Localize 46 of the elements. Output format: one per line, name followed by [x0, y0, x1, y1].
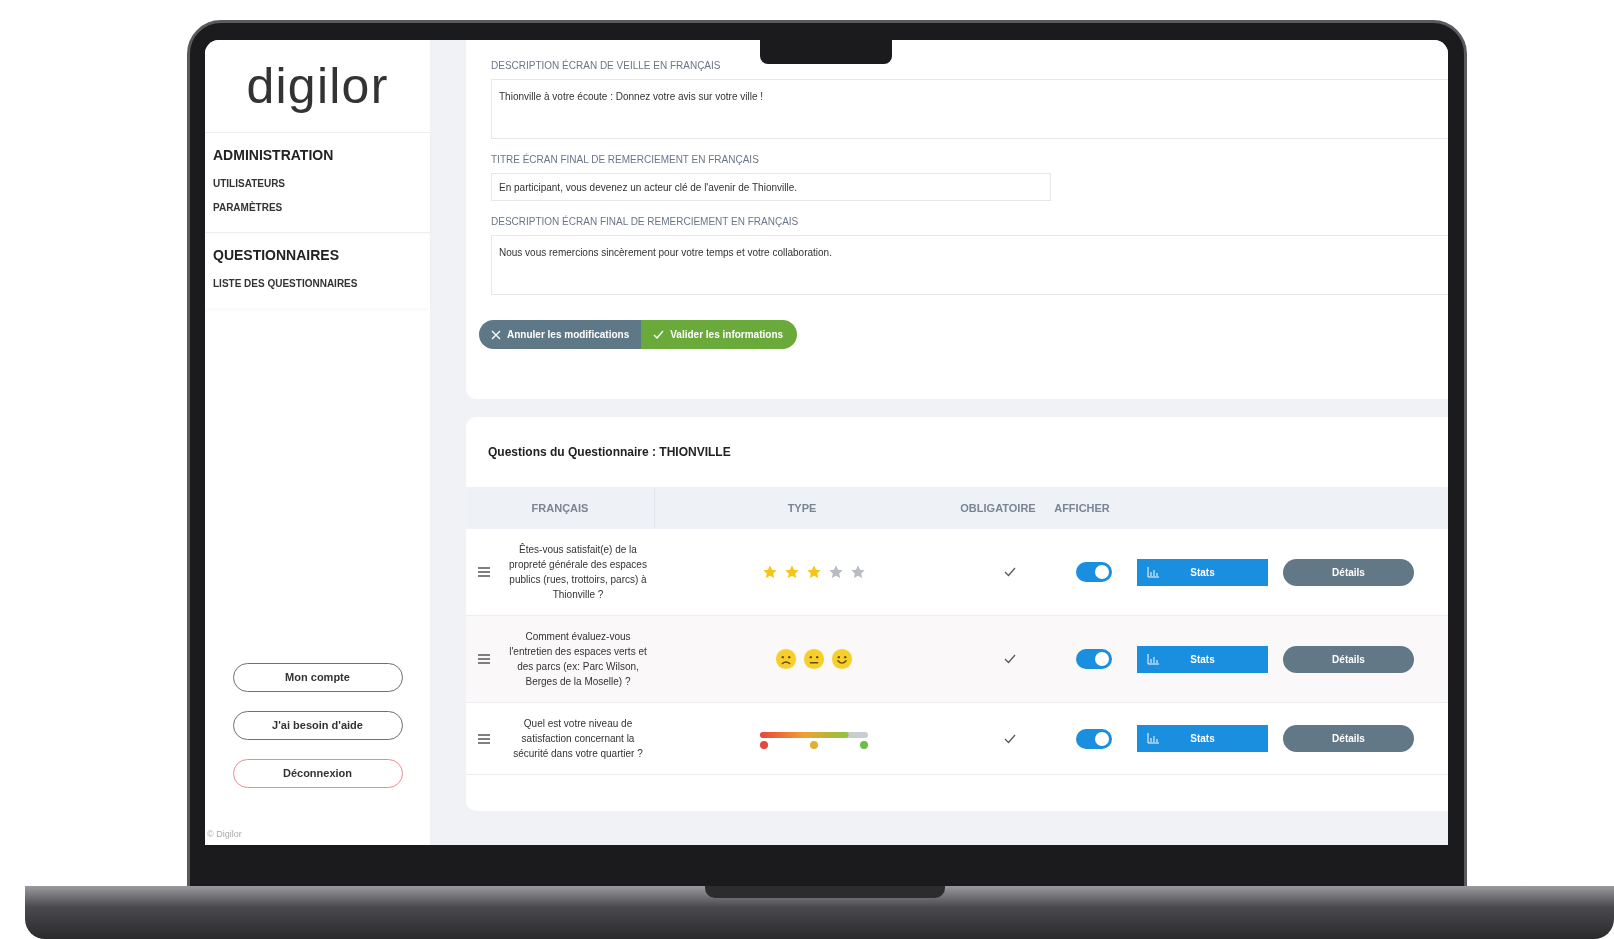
nav-item[interactable]: PARAMÈTRES: [213, 200, 422, 215]
details-button[interactable]: Détails: [1283, 725, 1414, 752]
check-icon: [653, 329, 665, 340]
toggle-switch[interactable]: [1076, 562, 1112, 582]
bar-chart-icon: [1147, 653, 1159, 665]
close-icon: [491, 329, 501, 340]
toggle-switch[interactable]: [1076, 728, 1112, 749]
field-label: TITRE ÉCRAN FINAL DE REMERCIEMENT EN FRANÇAIS: [491, 152, 760, 167]
drag-handle-icon[interactable]: [478, 654, 490, 664]
sidebar-button[interactable]: Mon compte: [232, 662, 403, 692]
copyright: © Digilor: [206, 827, 243, 841]
star-icon: [805, 564, 822, 580]
question-text: Êtes-vous satisfait(e) de la propreté générale des espaces publics (rues, trottoirs, parcs) à Thionville ?: [508, 542, 648, 602]
field-label: DESCRIPTION ÉCRAN DE VEILLE EN FRANÇAIS: [491, 58, 722, 73]
section-title: QUESTIONNAIRES: [213, 246, 340, 265]
star-icon: [849, 564, 866, 580]
card-title: Questions du Questionnaire : THIONVILLE: [487, 444, 732, 461]
question-text: Comment évaluez-vous l'entretien des espaces verts et des parcs (ex: Parc Wilson, Berges de la Moselle) ?: [508, 630, 648, 689]
input-field[interactable]: En participant, vous devenez un acteur clé de l'avenir de Thionville.: [491, 173, 1051, 201]
details-button[interactable]: Détails: [1283, 645, 1414, 673]
star-icon: [761, 564, 778, 580]
toggle-switch[interactable]: [1076, 649, 1112, 669]
star-icon: [783, 564, 800, 580]
section-title: ADMINISTRATION: [213, 146, 335, 165]
cancel-button[interactable]: Annuler les modifications: [479, 320, 642, 349]
question-text: Quel est votre niveau de satisfaction concernant la sécurité dans votre quartier ?: [512, 717, 644, 761]
star-icon: [827, 564, 844, 580]
column-header: AFFICHER: [1053, 500, 1111, 516]
bar-chart-icon: [1147, 733, 1159, 744]
sidebar-button[interactable]: J'ai besoin d'aide: [232, 710, 403, 740]
logo: digilor: [246, 61, 389, 111]
column-header: FRANÇAIS: [530, 500, 590, 516]
nav-item[interactable]: UTILISATEURS: [213, 176, 422, 191]
text-area[interactable]: Thionville à votre écoute : Donnez votre avis sur votre ville !: [491, 79, 1448, 139]
sidebar-button[interactable]: Déconnexion: [232, 758, 403, 788]
bar-chart-icon: [1147, 566, 1159, 578]
nav-item[interactable]: LISTE DES QUESTIONNAIRES: [213, 276, 422, 291]
column-header: OBLIGATOIRE: [959, 500, 1037, 516]
drag-handle-icon[interactable]: [478, 567, 490, 577]
text-area[interactable]: Nous vous remercions sincèrement pour votre temps et votre collaboration.: [491, 235, 1448, 295]
details-button[interactable]: Détails: [1283, 558, 1414, 586]
smiling-face-icon: [830, 648, 853, 670]
field-label: DESCRIPTION ÉCRAN FINAL DE REMERCIEMENT EN FRANÇAIS: [491, 214, 800, 229]
neutral-face-icon: [802, 648, 825, 670]
sad-face-icon: [774, 648, 797, 670]
drag-handle-icon[interactable]: [478, 733, 490, 744]
